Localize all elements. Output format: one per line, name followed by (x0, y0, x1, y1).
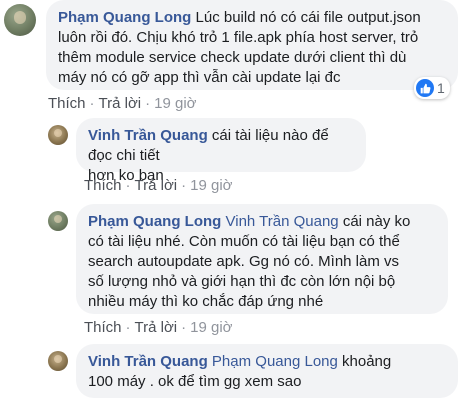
comment-bubble: Vinh Trần Quang cái tài liệu nào để đọc … (76, 118, 366, 184)
like-link[interactable]: Thích (84, 319, 122, 336)
comment-time[interactable]: 19 giờ (154, 95, 196, 112)
reply-link[interactable]: Trả lời (99, 95, 142, 112)
comment-time[interactable]: 19 giờ (190, 319, 232, 336)
comment-actions: Thích · Trả lời · 19 giờ (48, 95, 197, 113)
comment-1: Phạm Quang Long Lúc build nó có cái file… (0, 0, 471, 115)
separator: · (145, 95, 151, 112)
separator: · (125, 319, 131, 336)
comment-actions: Thích · Trả lời · 19 giờ (84, 319, 233, 337)
reaction-count-value: 1 (437, 80, 445, 96)
reaction-count[interactable]: 1 (414, 77, 450, 99)
like-thumbs-up-icon (416, 79, 434, 97)
avatar[interactable] (4, 4, 36, 36)
comment-author[interactable]: Phạm Quang Long (58, 9, 191, 26)
comment-bubble: Vinh Trần Quang Phạm Quang Long khoảng 1… (76, 344, 458, 398)
reply-1: Vinh Trần Quang cái tài liệu nào để đọc … (0, 118, 471, 198)
comment-author[interactable]: Vinh Trần Quang (88, 353, 208, 370)
reply-2: Phạm Quang Long Vinh Trần Quang cái này … (0, 204, 471, 340)
reply-link[interactable]: Trả lời (135, 177, 178, 194)
separator: · (181, 319, 187, 336)
comment-bubble: Phạm Quang Long Lúc build nó có cái file… (46, 0, 458, 90)
avatar[interactable] (48, 125, 68, 145)
reply-3: Vinh Trần Quang Phạm Quang Long khoảng 1… (0, 344, 471, 404)
avatar[interactable] (48, 351, 68, 371)
separator: · (89, 95, 95, 112)
comment-author[interactable]: Phạm Quang Long (88, 213, 221, 230)
comment-mention[interactable]: Vinh Trần Quang (226, 213, 339, 230)
comment-mention[interactable]: Phạm Quang Long (212, 353, 338, 370)
avatar[interactable] (48, 211, 68, 231)
reply-link[interactable]: Trả lời (135, 319, 178, 336)
separator: · (181, 177, 187, 194)
comment-actions: Thích · Trả lời · 19 giờ (84, 177, 233, 195)
comment-time[interactable]: 19 giờ (190, 177, 232, 194)
like-link[interactable]: Thích (48, 95, 86, 112)
comment-bubble: Phạm Quang Long Vinh Trần Quang cái này … (76, 204, 448, 314)
comment-author[interactable]: Vinh Trần Quang (88, 127, 208, 144)
separator: · (125, 177, 131, 194)
like-link[interactable]: Thích (84, 177, 122, 194)
